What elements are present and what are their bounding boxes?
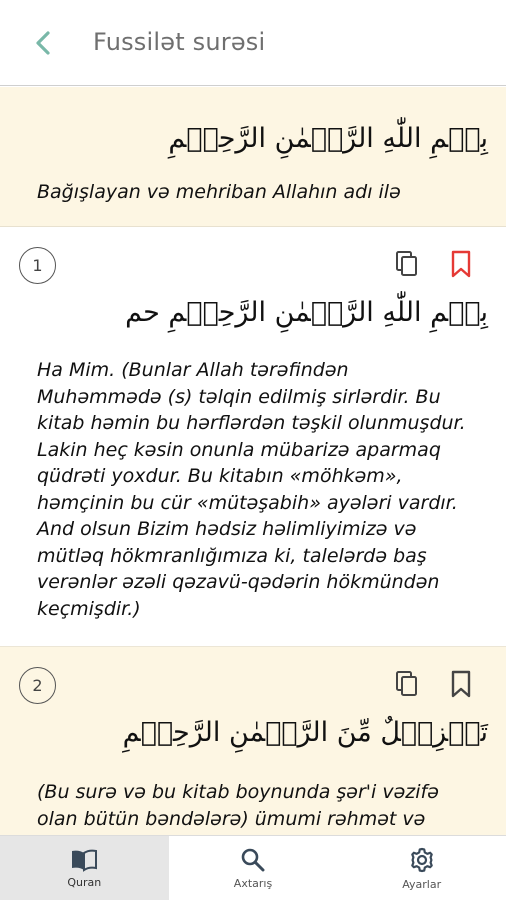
bookmark-button[interactable] [448,249,474,279]
nav-label: Ayarlar [402,877,442,891]
gear-icon [410,847,433,872]
nav-item-settings[interactable]: Ayarlar [337,836,506,900]
copy-button[interactable] [393,249,421,279]
surah-content[interactable]: بِسۡمِ اللّٰهِ الرَّحۡمٰنِ الرَّحِيۡمِ B… [0,87,506,835]
copy-icon [396,671,417,696]
verse-translation: Ha Mim. (Bunlar Allah tərəfindən Muhəmmə… [37,359,466,620]
nav-label: Quran [67,875,102,889]
verse-arabic: تَنۡزِيۡلٌ مِّنَ الرَّحۡمٰنِ الرَّحِيۡمِ [122,717,488,748]
nav-item-quran[interactable]: Quran [0,836,169,900]
verse-translation: (Bu surə və bu kitab boynunda şər'i vəzi… [37,781,439,830]
bismillah-arabic: بِسۡمِ اللّٰهِ الرَّحۡمٰنِ الرَّحِيۡمِ [168,123,488,154]
app-bar: Fussilət surəsi [0,0,506,86]
bismillah-block: بِسۡمِ اللّٰهِ الرَّحۡمٰنِ الرَّحِيۡمِ B… [0,87,506,227]
chevron-left-icon [36,31,50,55]
bookmark-icon [451,670,471,698]
bookmark-icon [451,250,471,278]
copy-button[interactable] [393,669,421,699]
bismillah-translation: Bağışlayan və mehriban Allahın adı ilə [37,181,401,203]
copy-icon [396,251,417,276]
search-icon [241,848,265,871]
nav-item-search[interactable]: Axtarış [169,836,338,900]
nav-label: Axtarış [233,876,273,890]
verse-arabic: بِسۡمِ اللّٰهِ الرَّحۡمٰنِ الرَّحِيۡمِ ح… [125,297,488,328]
book-open-icon [72,849,98,872]
verse-item: 1 بِسۡمِ اللّٰهِ الرَّحۡمٰنِ الرَّحِيۡمِ… [0,227,506,647]
verse-number: 1 [19,247,56,284]
bookmark-button[interactable] [448,669,474,699]
bottom-nav: Quran Axtarış Ayarlar [0,835,506,900]
verse-item: 2 تَنۡزِيۡلٌ مِّنَ الرَّحۡمٰنِ الرَّحِيۡ… [0,647,506,835]
verse-number: 2 [19,667,56,704]
back-button[interactable] [28,28,58,58]
page-title: Fussilət surəsi [93,28,266,56]
